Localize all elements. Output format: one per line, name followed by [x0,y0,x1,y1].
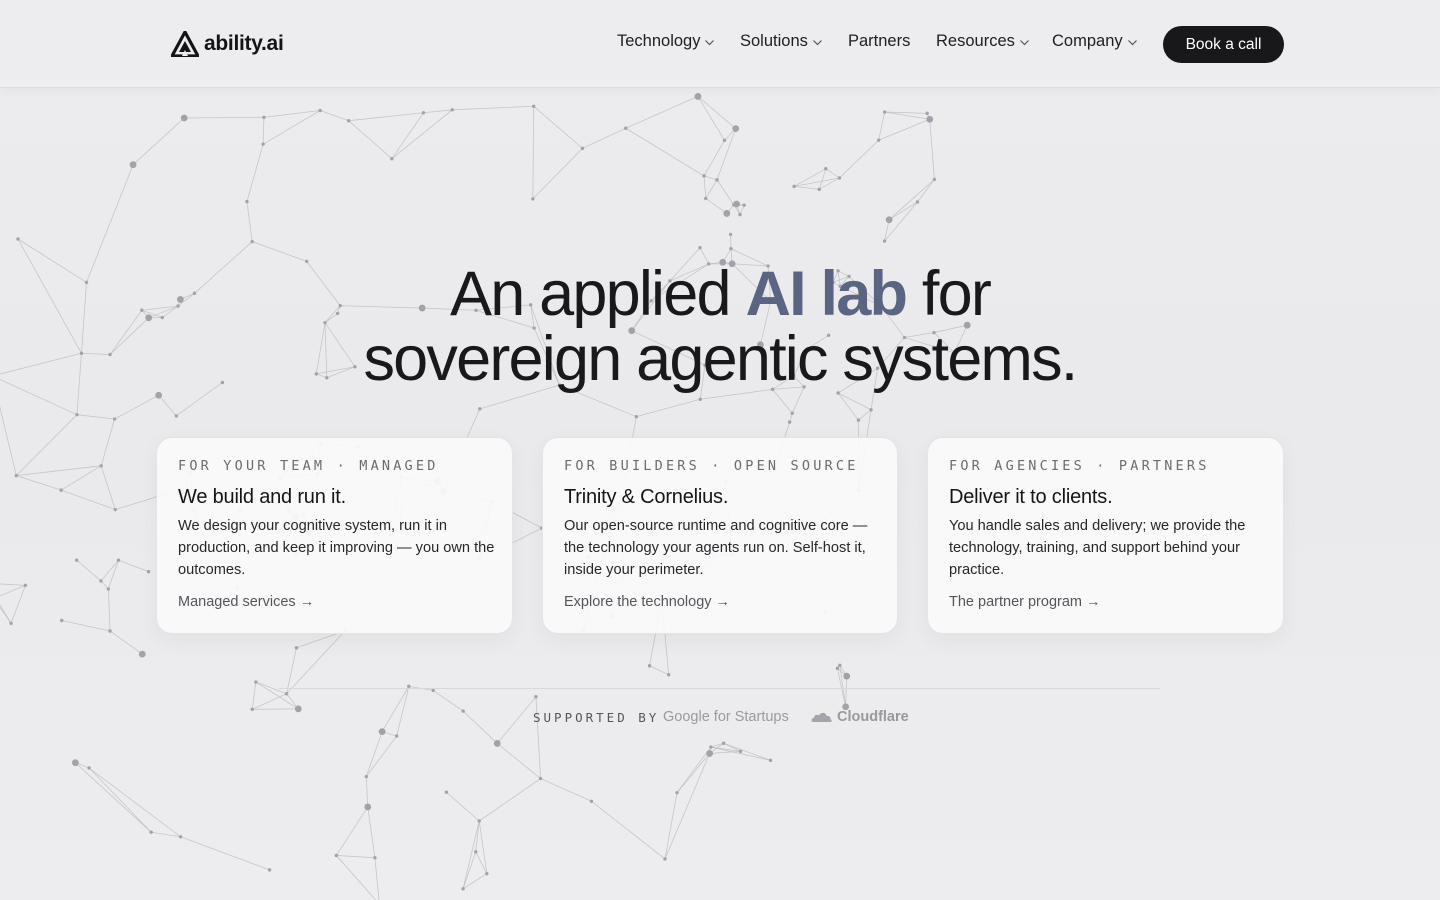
hero-line2: sovereign agentic systems. [363,324,1078,394]
card-eyebrow: FOR YOUR TEAM · MANAGED [178,458,439,474]
card-partners[interactable]: FOR AGENCIES · PARTNERS Deliver it to cl… [927,437,1284,634]
nav-company-label: Company [1052,32,1123,50]
explore-technology-link[interactable]: Explore the technology → [564,594,730,610]
site-header: ability.ai Technology Solutions Partners… [0,0,1440,88]
nav-technology[interactable]: Technology [617,32,715,51]
nav-solutions[interactable]: Solutions [740,32,823,51]
hero-line1-post: for [906,259,992,329]
support-divider [279,688,1160,689]
nav-company[interactable]: Company [1052,32,1138,51]
chevron-down-icon [705,40,715,46]
nav-partners[interactable]: Partners [848,32,910,51]
cloud-icon [811,712,832,722]
chevron-down-icon [1127,40,1137,46]
sponsor-cloudflare-label: Cloudflare [837,709,909,725]
hero-accent: AI lab [745,259,908,329]
hero-line1-pre: An applied [449,259,746,329]
card-eyebrow: FOR AGENCIES · PARTNERS [949,458,1210,474]
nav-partners-label: Partners [848,32,911,50]
chevron-down-icon [812,40,822,46]
card-title: We build and run it. [178,486,346,508]
card-open-source[interactable]: FOR BUILDERS · OPEN SOURCE Trinity & Cor… [542,437,898,634]
hero-heading: An applied AI lab for sovereign agentic … [0,262,1440,392]
nav-resources[interactable]: Resources [936,32,1030,51]
supported-by-label: SUPPORTED BY [533,710,660,725]
sponsor-google-for-startups-label: Google for Startups [663,709,789,725]
sponsor-google-for-startups: Google for Startups [663,709,789,725]
chevron-down-icon [1019,40,1029,46]
card-eyebrow: FOR BUILDERS · OPEN SOURCE [564,458,859,474]
sponsor-cloudflare: Cloudflare [810,709,909,725]
card-title: Deliver it to clients. [949,486,1113,508]
nav-resources-label: Resources [936,32,1015,50]
brand-name: ability.ai [204,32,284,55]
nav-technology-label: Technology [617,32,701,50]
card-body: Our open-source runtime and cognitive co… [564,518,868,578]
card-managed[interactable]: FOR YOUR TEAM · MANAGED We build and run… [156,437,513,634]
partner-program-link[interactable]: The partner program → [949,594,1101,610]
book-a-call-button[interactable]: Book a call [1163,26,1284,63]
triangle-logo-icon [171,31,199,57]
card-body: We design your cognitive system, run it … [178,518,495,578]
brand-logo[interactable]: ability.ai [171,30,284,58]
card-title: Trinity & Cornelius. [564,486,729,508]
nav-solutions-label: Solutions [740,32,808,50]
managed-services-link[interactable]: Managed services → [178,594,314,610]
card-body: You handle sales and delivery; we provid… [949,518,1246,578]
